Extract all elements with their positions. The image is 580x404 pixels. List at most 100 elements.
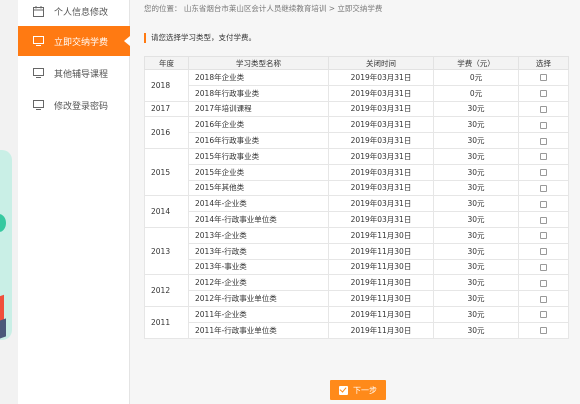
close-time-cell: 2019年11月30日	[328, 226, 434, 244]
select-checkbox[interactable]	[540, 105, 547, 113]
fee-cell: 30元	[433, 163, 519, 181]
type-name-cell: 2015年行政事业类	[188, 147, 329, 165]
type-name-cell: 2012年-企业类	[188, 274, 329, 292]
sidebar-item-pay-tuition[interactable]: 立即交纳学费	[18, 26, 130, 56]
select-checkbox[interactable]	[540, 311, 547, 319]
year-cell: 2016	[144, 116, 189, 149]
fee-cell: 30元	[433, 290, 519, 307]
select-checkbox[interactable]	[540, 137, 547, 145]
year-cell: 2017	[144, 100, 189, 118]
select-checkbox[interactable]	[540, 263, 547, 271]
select-cell	[518, 226, 569, 244]
close-time-cell: 2019年03月31日	[328, 132, 434, 149]
sidebar-item-other-courses[interactable]: 其他辅导课程	[18, 58, 130, 88]
fee-cell: 30元	[433, 211, 519, 228]
select-checkbox[interactable]	[540, 90, 547, 98]
sidebar-item-label: 其他辅导课程	[54, 69, 109, 80]
select-cell	[518, 132, 569, 149]
sidebar-item-profile[interactable]: 个人信息修改	[18, 0, 130, 26]
select-checkbox[interactable]	[540, 121, 547, 129]
select-cell	[518, 290, 569, 307]
table-row: 2015年企业类 2019年03月31日 30元	[145, 163, 569, 181]
year-cell: 2013	[144, 226, 189, 276]
table-row: 2013 2013年-企业类 2019年11月30日 30元	[144, 226, 569, 276]
close-time-cell: 2019年03月31日	[328, 116, 434, 134]
type-name-cell: 2011年-行政事业单位类	[188, 321, 329, 339]
year-cell: 2018	[144, 69, 189, 102]
fee-cell: 0元	[433, 69, 519, 86]
table-row: 2013年-行政类 2019年11月30日 30元	[145, 242, 569, 260]
close-time-cell: 2019年03月31日	[328, 211, 434, 228]
instruction-text: 请您选择学习类型，支付学费。	[144, 33, 256, 43]
fee-cell: 30元	[433, 195, 519, 213]
fee-cell: 30元	[433, 321, 519, 339]
type-name-cell: 2012年-行政事业单位类	[188, 290, 329, 307]
table-row: 2018年行政事业类 2019年03月31日 0元	[145, 84, 569, 102]
fee-cell: 30元	[433, 147, 519, 165]
select-cell	[518, 84, 569, 102]
close-time-cell: 2019年11月30日	[328, 242, 434, 260]
select-checkbox[interactable]	[540, 169, 547, 177]
select-checkbox[interactable]	[540, 184, 547, 192]
select-cell	[518, 321, 569, 339]
type-name-cell: 2016年行政事业类	[188, 132, 329, 149]
breadcrumb: 您的位置： 山东省烟台市莱山区会计人员继续教育培训 > 立即交纳学费	[144, 4, 383, 13]
table-row: 2015年其他类 2019年03月31日 30元	[145, 179, 569, 197]
select-checkbox[interactable]	[540, 279, 547, 287]
select-checkbox[interactable]	[540, 327, 547, 335]
year-cell: 2015	[144, 147, 189, 197]
select-checkbox[interactable]	[540, 295, 547, 303]
select-cell	[518, 211, 569, 228]
close-time-cell: 2019年03月31日	[328, 195, 434, 213]
select-checkbox[interactable]	[540, 232, 547, 240]
type-name-cell: 2015年企业类	[188, 163, 329, 181]
select-cell	[518, 116, 569, 134]
close-time-cell: 2019年03月31日	[328, 163, 434, 181]
table-row: 2011年-行政事业单位类 2019年11月30日 30元	[145, 321, 569, 339]
type-name-cell: 2017年培训课程	[188, 100, 329, 118]
select-checkbox[interactable]	[540, 216, 547, 224]
table-row: 2017 2017年培训课程 2019年03月31日 30元	[144, 100, 569, 118]
table-row: 2011 2011年-企业类 2019年11月30日 30元	[144, 305, 569, 339]
sidebar-item-label: 修改登录密码	[54, 101, 109, 112]
select-cell	[518, 274, 569, 292]
check-icon	[339, 385, 348, 395]
fee-cell: 30元	[433, 100, 519, 118]
fee-cell: 30元	[433, 116, 519, 134]
fee-cell: 30元	[433, 305, 519, 323]
year-cell: 2011	[144, 305, 189, 339]
monitor-icon	[32, 35, 44, 47]
select-cell	[518, 195, 569, 213]
column-header-fee: 学费（元）	[433, 56, 519, 70]
sidebar-item-change-password[interactable]: 修改登录密码	[18, 90, 130, 120]
select-checkbox[interactable]	[540, 248, 547, 256]
next-step-button[interactable]: 下一步	[330, 380, 386, 400]
select-checkbox[interactable]	[540, 74, 547, 82]
table-header-row: 年度 学习类型名称 关闭时间 学费（元） 选择	[144, 56, 569, 70]
type-name-cell: 2018年行政事业类	[188, 84, 329, 102]
close-time-cell: 2019年11月30日	[328, 321, 434, 339]
close-time-cell: 2019年11月30日	[328, 274, 434, 292]
select-cell	[518, 100, 569, 118]
type-name-cell: 2013年-行政类	[188, 242, 329, 260]
type-name-cell: 2014年-企业类	[188, 195, 329, 213]
select-cell	[518, 258, 569, 276]
main-content: 您的位置： 山东省烟台市莱山区会计人员继续教育培训 > 立即交纳学费 请您选择学…	[130, 0, 580, 404]
table-row: 2016年行政事业类 2019年03月31日 30元	[145, 132, 569, 149]
tuition-table: 年度 学习类型名称 关闭时间 学费（元） 选择 2018 2018年企业类 2019…	[144, 56, 569, 339]
sidebar-item-label: 个人信息修改	[54, 7, 109, 18]
select-checkbox[interactable]	[540, 153, 547, 161]
close-time-cell: 2019年11月30日	[328, 258, 434, 276]
column-header-year: 年度	[144, 56, 189, 70]
monitor-icon	[32, 67, 44, 79]
table-row: 2018 2018年企业类 2019年03月31日 0元	[144, 69, 569, 102]
type-name-cell: 2018年企业类	[188, 69, 329, 86]
type-name-cell: 2013年-事业类	[188, 258, 329, 276]
monitor-icon	[32, 99, 44, 111]
select-cell	[518, 179, 569, 197]
select-checkbox[interactable]	[540, 200, 547, 208]
fee-cell: 30元	[433, 274, 519, 292]
decorative-shape	[0, 318, 6, 340]
close-time-cell: 2019年03月31日	[328, 179, 434, 197]
type-name-cell: 2013年-企业类	[188, 226, 329, 244]
